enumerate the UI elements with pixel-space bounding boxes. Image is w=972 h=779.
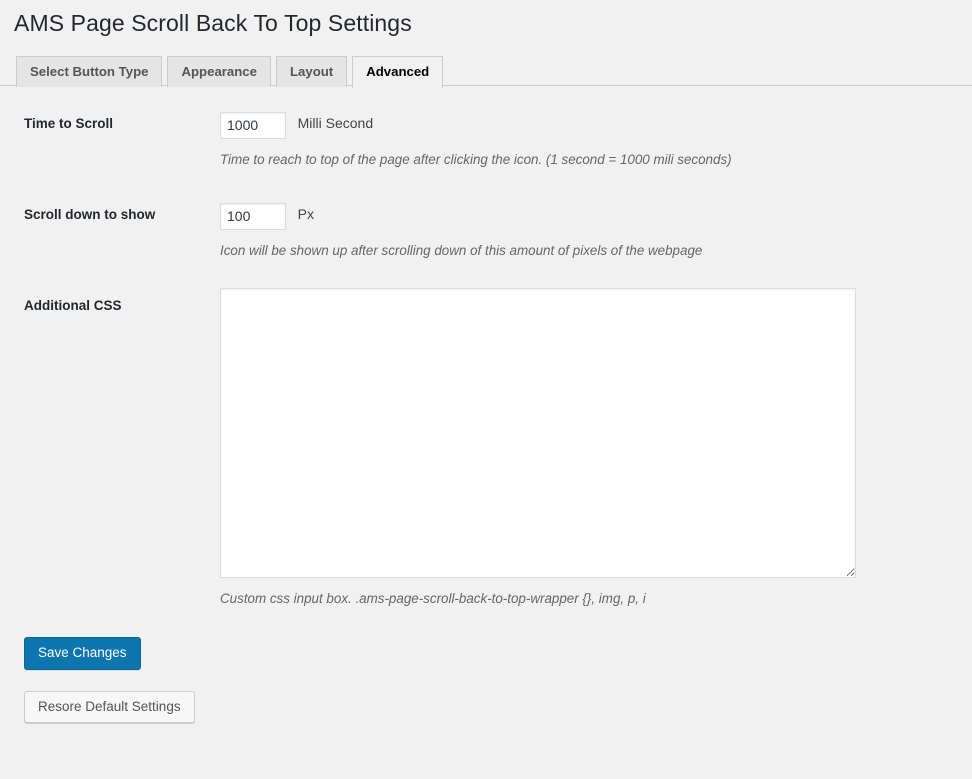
time-to-scroll-input[interactable] <box>220 112 286 139</box>
restore-default-settings-button[interactable]: Resore Default Settings <box>24 690 195 724</box>
form-row-additional-css: Additional CSS Custom css input box. .am… <box>0 276 972 624</box>
form-row-time-to-scroll: Time to Scroll Milli Second Time to reac… <box>0 94 972 185</box>
additional-css-textarea[interactable] <box>220 287 856 578</box>
description-scroll-down-to-show: Icon will be shown up after scrolling do… <box>220 242 703 258</box>
description-additional-css: Custom css input box. .ams-page-scroll-b… <box>220 590 646 606</box>
tab-layout[interactable]: Layout <box>275 56 348 87</box>
tab-select-button-type[interactable]: Select Button Type <box>16 56 163 87</box>
field-cell-additional-css: Custom css input box. .ams-page-scroll-b… <box>210 276 972 624</box>
field-cell-scroll-down-to-show: Px Icon will be shown up after scrolling… <box>210 185 972 276</box>
save-changes-button[interactable]: Save Changes <box>24 637 141 670</box>
tab-appearance[interactable]: Appearance <box>167 56 271 87</box>
label-scroll-down-to-show: Scroll down to show <box>24 206 156 222</box>
page-title: AMS Page Scroll Back To Top Settings <box>14 10 412 36</box>
description-time-to-scroll: Time to reach to top of the page after c… <box>220 152 732 167</box>
tab-bar: Select Button Type Appearance Layout Adv… <box>0 55 972 88</box>
settings-form-table: Time to Scroll Milli Second Time to reac… <box>0 94 972 623</box>
scroll-down-to-show-input[interactable] <box>220 202 286 230</box>
unit-label-px: Px <box>297 205 314 222</box>
unit-label-milli-second: Milli Second <box>297 115 374 131</box>
label-additional-css: Additional CSS <box>24 297 122 313</box>
form-row-scroll-down-to-show: Scroll down to show Px Icon will be show… <box>0 185 972 276</box>
field-cell-time-to-scroll: Milli Second Time to reach to top of the… <box>210 94 972 185</box>
label-time-to-scroll: Time to Scroll <box>24 116 114 131</box>
form-actions: Save Changes Resore Default Settings <box>0 637 972 724</box>
tab-advanced[interactable]: Advanced <box>352 56 444 88</box>
